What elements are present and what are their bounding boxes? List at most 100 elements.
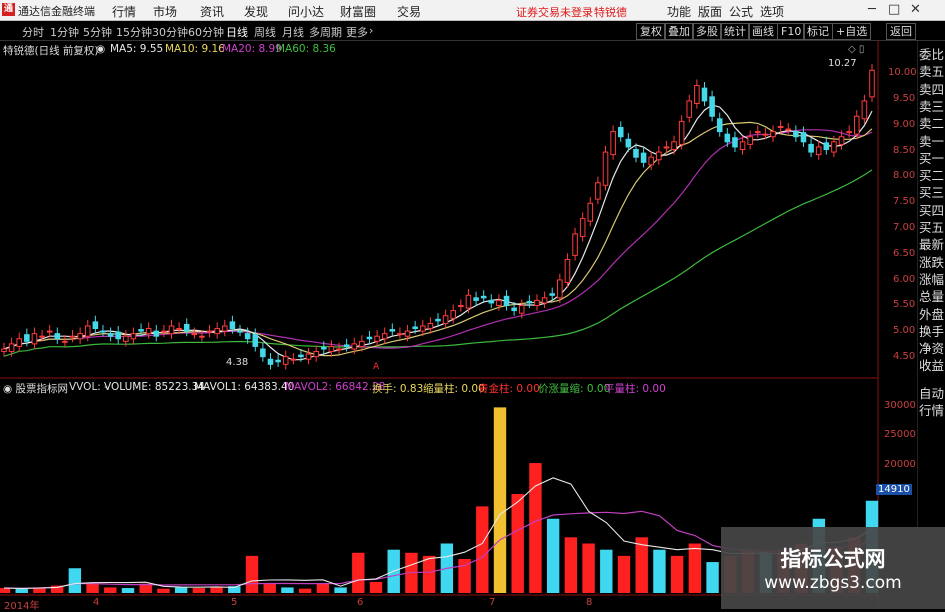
candle-body — [305, 353, 312, 360]
candle-body — [16, 338, 23, 347]
side-tab-buy-4[interactable]: 买四 — [918, 203, 945, 218]
candle-body — [336, 348, 342, 351]
side-tab-buy-3[interactable]: 买三 — [918, 185, 945, 200]
menu-layout[interactable]: 版面 — [698, 3, 722, 20]
mavol2-label: MAVOL2: 66842.28 — [285, 381, 386, 393]
more-arrow-icon[interactable]: › — [369, 24, 373, 37]
kline-chart[interactable] — [0, 40, 918, 609]
period-multi[interactable]: 多周期 — [309, 24, 342, 40]
volume-bar — [121, 588, 135, 593]
menu-wealth[interactable]: 财富圈 — [340, 3, 376, 20]
candle-body — [747, 136, 753, 145]
candle-body — [686, 100, 693, 118]
menu-market[interactable]: 市场 — [153, 3, 177, 20]
candle-body — [389, 329, 396, 332]
candle-body — [838, 136, 845, 145]
candle-body — [328, 345, 335, 353]
tool-f10[interactable]: F10 — [777, 23, 806, 40]
side-tab-sell-5[interactable]: 卖五 — [918, 64, 945, 79]
candle-body — [808, 143, 814, 153]
side-tab-net-assets[interactable]: 净资 — [918, 341, 945, 356]
period-1min[interactable]: 1分钟 — [50, 24, 79, 40]
tool-overlay[interactable]: 叠加 — [664, 23, 694, 40]
side-tab-outer-volume[interactable]: 外盘 — [918, 307, 945, 322]
side-tab-sell-2[interactable]: 卖二 — [918, 116, 945, 131]
login-alert[interactable]: 证券交易未登录 — [516, 4, 593, 20]
period-15min[interactable]: 15分钟 — [116, 24, 152, 40]
candle-body — [69, 335, 76, 338]
side-tab-sell-3[interactable]: 卖三 — [918, 99, 945, 114]
period-intraday[interactable]: 分时 — [22, 24, 44, 40]
tool-back[interactable]: 返回 — [886, 23, 916, 40]
candle-body — [770, 131, 776, 138]
candle-body — [579, 218, 586, 237]
ma20-label: MA20: 8.99 — [222, 43, 282, 55]
period-more[interactable]: 更多 — [346, 24, 368, 40]
close-icon[interactable]: ✕ — [910, 2, 921, 17]
candle-body — [732, 137, 738, 148]
side-tab-total-volume[interactable]: 总量 — [918, 289, 945, 304]
watermark-title: 指标公式网 — [780, 547, 886, 571]
menu-news[interactable]: 资讯 — [200, 3, 224, 20]
side-tab-buy-2[interactable]: 买二 — [918, 168, 945, 183]
candle-body — [762, 133, 769, 136]
period-daily[interactable]: 日线 — [226, 24, 248, 40]
menu-ask[interactable]: 问小达 — [288, 3, 324, 20]
menu-options[interactable]: 选项 — [760, 3, 784, 20]
price-up-vol-down-label: 价涨量缩: 0.00 — [538, 383, 611, 395]
menu-discover[interactable]: 发现 — [244, 3, 268, 20]
period-5min[interactable]: 5分钟 — [83, 24, 112, 40]
candle-body — [777, 125, 784, 129]
menu-function[interactable]: 功能 — [667, 3, 691, 20]
volume-bar — [68, 568, 82, 593]
side-auto-0[interactable]: 自动 — [918, 386, 945, 401]
tool-stats[interactable]: 统计 — [720, 23, 750, 40]
menu-bar: 通 通达信金融终端 行情 市场 资讯 发现 问小达 财富圈 交易 证券交易未登录… — [0, 0, 945, 21]
candle-body — [267, 358, 274, 365]
volume-bar — [174, 587, 188, 593]
tool-mark[interactable]: 标记 — [803, 23, 833, 40]
side-tab-buy-1[interactable]: 买一 — [918, 151, 945, 166]
period-60min[interactable]: 60分钟 — [188, 24, 224, 40]
tool-draw[interactable]: 画线 — [748, 23, 778, 40]
candle-body — [107, 333, 114, 337]
side-tab-sell-1[interactable]: 卖一 — [918, 134, 945, 149]
candle-body — [435, 318, 441, 322]
menu-quotes[interactable]: 行情 — [112, 3, 136, 20]
period-30min[interactable]: 30分钟 — [152, 24, 188, 40]
side-tab-latest[interactable]: 最新 — [918, 237, 945, 252]
tool-multi-stock[interactable]: 多股 — [692, 23, 722, 40]
side-tab-buy-5[interactable]: 买五 — [918, 220, 945, 235]
menu-trade[interactable]: 交易 — [397, 3, 421, 20]
candle-body — [275, 359, 281, 363]
side-tab-earnings[interactable]: 收益 — [918, 358, 945, 373]
side-tab-change-pct[interactable]: 涨幅 — [918, 272, 945, 287]
side-tab-wei-bi[interactable]: 委比 — [918, 47, 945, 62]
candle-body — [31, 333, 38, 345]
period-weekly[interactable]: 周线 — [254, 24, 276, 40]
candle-body — [541, 297, 548, 304]
price-tick: 6.50 — [893, 248, 916, 259]
period-monthly[interactable]: 月线 — [282, 24, 304, 40]
maximize-icon[interactable]: □ — [888, 2, 900, 17]
minimize-icon[interactable]: ─ — [868, 2, 876, 17]
candle-body — [572, 233, 578, 256]
tool-adjust[interactable]: 复权 — [636, 23, 666, 40]
candle-body — [831, 141, 837, 153]
side-tab-change[interactable]: 涨跌 — [918, 255, 945, 270]
volume-bar — [369, 581, 383, 593]
ma-toggle-icon[interactable]: ◉ — [96, 43, 105, 55]
side-auto-1[interactable]: 行情 — [918, 403, 945, 418]
candle-body — [793, 131, 799, 138]
menu-formula[interactable]: 公式 — [729, 3, 753, 20]
side-tab-sell-4[interactable]: 卖四 — [918, 82, 945, 97]
tool-add-watchlist[interactable]: +自选 — [832, 23, 872, 40]
candle-body — [191, 333, 198, 336]
side-tab-turnover[interactable]: 换手 — [918, 324, 945, 339]
candle-body — [861, 100, 868, 120]
price-tick: 9.50 — [893, 93, 916, 104]
chart-settings-icon[interactable]: ◇ ▯ — [848, 44, 864, 55]
candle-body — [709, 96, 715, 117]
volume-bar — [529, 463, 542, 593]
candle-body — [633, 149, 639, 158]
